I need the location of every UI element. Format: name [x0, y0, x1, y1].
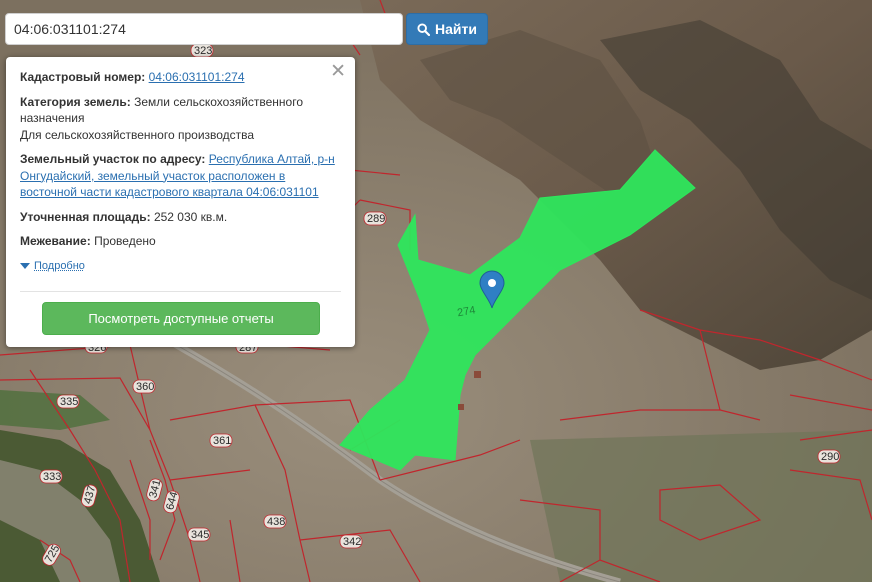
address-row: Земельный участок по адресу: Республика …	[20, 151, 341, 201]
structure	[458, 404, 464, 410]
triangle-down-icon	[20, 262, 30, 269]
area-value: 252 030 кв.м.	[153, 209, 228, 224]
parcel-label: 360	[132, 379, 156, 394]
search-button-label: Найти	[435, 21, 477, 37]
area-label: Уточненная площадь:	[20, 209, 151, 224]
survey-value: Проведено	[94, 234, 156, 248]
svg-text:289: 289	[367, 213, 385, 225]
details-toggle[interactable]: Подробно	[20, 258, 341, 275]
svg-text:345: 345	[191, 529, 209, 541]
search-icon	[417, 22, 431, 36]
svg-text:360: 360	[136, 381, 154, 393]
parcel-label: 361	[209, 433, 233, 448]
search-button[interactable]: Найти	[406, 13, 488, 45]
parcel-label: 333	[39, 469, 63, 484]
svg-text:335: 335	[60, 396, 78, 408]
details-link[interactable]: Подробно	[34, 258, 85, 275]
land-category-row: Категория земель: Земли сельскохозяйстве…	[20, 94, 341, 144]
land-category-label: Категория земель:	[20, 94, 131, 109]
parcel-label: 342	[339, 534, 363, 549]
cadastral-number-label: Кадастровый номер:	[20, 70, 146, 84]
view-reports-button[interactable]: Посмотреть доступные отчеты	[42, 302, 320, 335]
structure	[474, 371, 481, 378]
divider	[20, 291, 341, 292]
parcel-label: 323	[190, 43, 214, 58]
survey-row: Межевание: Проведено	[20, 233, 341, 250]
parcel-label: 345	[187, 527, 211, 542]
parcel-info-popup: ✕ Кадастровый номер: 04:06:031101:274 Ка…	[6, 57, 355, 347]
search-input[interactable]	[5, 13, 403, 45]
survey-label: Межевание:	[20, 234, 91, 248]
svg-text:290: 290	[821, 451, 839, 463]
svg-text:333: 333	[43, 471, 61, 483]
search-bar	[5, 13, 403, 45]
svg-text:361: 361	[213, 435, 231, 447]
parcel-label: 335	[56, 394, 80, 409]
close-icon[interactable]: ✕	[330, 62, 346, 81]
parcel-label: 438	[263, 514, 287, 529]
land-usage-value: Для сельскохозяйственного производства	[20, 127, 255, 142]
address-label: Земельный участок по адресу:	[20, 152, 206, 166]
cadastral-number-link[interactable]: 04:06:031101:274	[149, 70, 245, 84]
svg-text:342: 342	[343, 536, 361, 548]
area-row: Уточненная площадь: 252 030 кв.м.	[20, 209, 341, 226]
parcel-label: 289	[363, 211, 387, 226]
parcel-label: 290	[817, 449, 841, 464]
svg-text:323: 323	[194, 45, 212, 57]
cadastral-number-row: Кадастровый номер: 04:06:031101:274	[20, 69, 341, 86]
svg-text:438: 438	[267, 516, 285, 528]
